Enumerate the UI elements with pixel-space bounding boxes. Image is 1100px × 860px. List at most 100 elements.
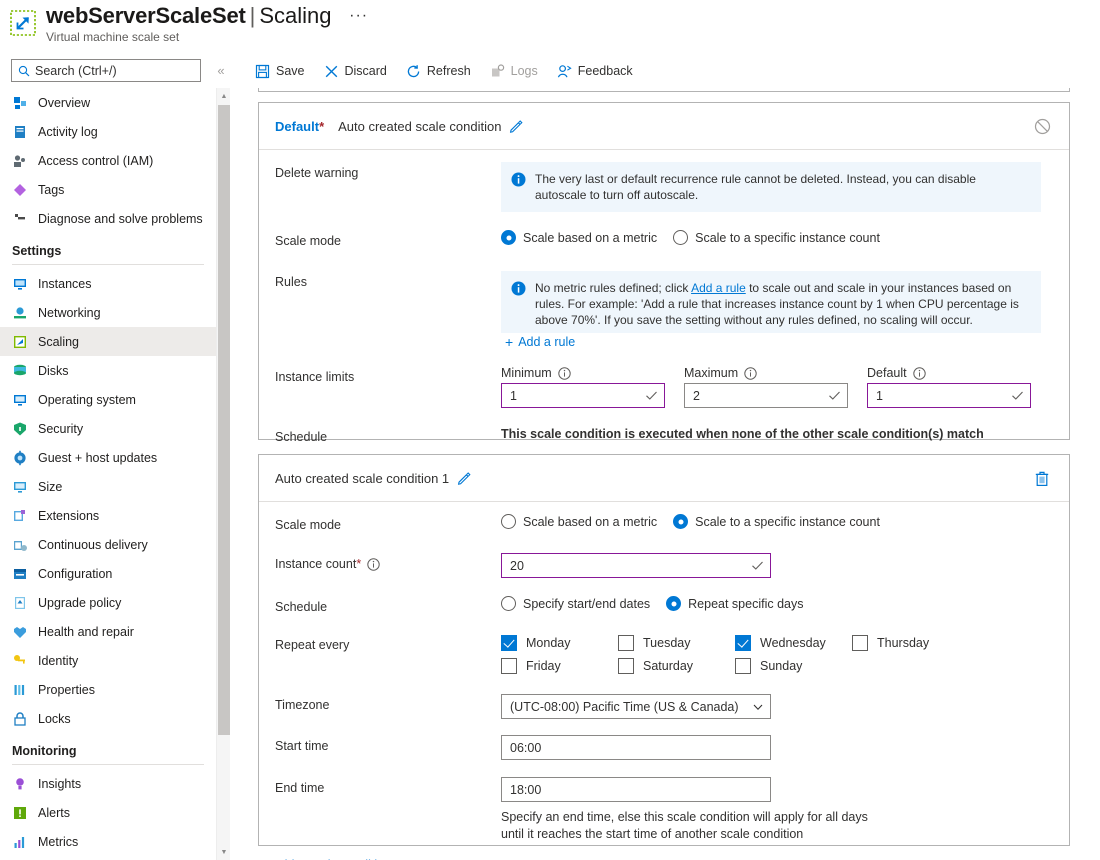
radio-indicator bbox=[666, 596, 682, 611]
day-checkbox-thursday[interactable]: Thursday bbox=[852, 635, 969, 651]
search-input[interactable] bbox=[35, 63, 194, 78]
limit-maximum: Maximum bbox=[684, 366, 848, 408]
day-checkbox-tuesday[interactable]: Tuesday bbox=[618, 635, 735, 651]
pencil-icon[interactable] bbox=[509, 119, 524, 133]
scrollbar-thumb[interactable] bbox=[218, 105, 230, 735]
logs-icon bbox=[491, 63, 504, 76]
disable-condition-button[interactable] bbox=[1031, 115, 1053, 137]
radio-indicator bbox=[501, 596, 516, 611]
sidebar-item-continuous-delivery[interactable]: Continuous delivery bbox=[0, 530, 216, 559]
day-label: Tuesday bbox=[643, 636, 691, 650]
add-a-rule-inline-link[interactable]: Add a rule bbox=[691, 281, 746, 295]
scroll-up-icon[interactable]: ▲ bbox=[217, 88, 231, 104]
pencil-icon[interactable] bbox=[457, 471, 471, 485]
end-time-value[interactable] bbox=[510, 782, 764, 797]
condition-1-schedule-option-0[interactable]: Specify start/end dates bbox=[501, 596, 650, 611]
default-scale-mode-row: Scale mode Scale based on a metric Scale … bbox=[275, 230, 1053, 249]
discard-button[interactable]: Discard bbox=[316, 57, 395, 85]
day-checkbox-friday[interactable]: Friday bbox=[501, 658, 618, 674]
limit-maximum-value[interactable] bbox=[693, 388, 824, 403]
day-label: Saturday bbox=[643, 659, 694, 673]
scroll-down-icon[interactable]: ▼ bbox=[217, 844, 231, 860]
sidebar-item-disks[interactable]: Disks bbox=[0, 356, 216, 385]
start-time-label: Start time bbox=[275, 739, 329, 753]
info-tooltip-icon[interactable] bbox=[558, 366, 571, 380]
limit-default-input[interactable] bbox=[867, 383, 1031, 408]
sidebar-item-identity[interactable]: Identity bbox=[0, 646, 216, 675]
sidebar-item-label: Continuous delivery bbox=[38, 537, 148, 552]
sidebar-scrollbar[interactable]: ▲ ▼ bbox=[216, 88, 230, 860]
rules-infobox: No metric rules defined; click Add a rul… bbox=[501, 271, 1041, 333]
info-tooltip-icon[interactable] bbox=[367, 557, 380, 571]
day-checkbox-saturday[interactable]: Saturday bbox=[618, 658, 735, 674]
add-a-rule-button[interactable]: + Add a rule bbox=[505, 335, 575, 349]
timezone-label: Timezone bbox=[275, 698, 330, 712]
feedback-button[interactable]: Feedback bbox=[549, 57, 641, 85]
sidebar-item-alerts[interactable]: Alerts bbox=[0, 798, 216, 827]
sidebar-item-locks[interactable]: Locks bbox=[0, 704, 216, 733]
instance-count-value[interactable] bbox=[510, 558, 747, 573]
sidebar-item-instances[interactable]: Instances bbox=[0, 269, 216, 298]
delete-condition-button[interactable] bbox=[1031, 467, 1053, 489]
limit-minimum-input[interactable] bbox=[501, 383, 665, 408]
default-scale-mode-option-0[interactable]: Scale based on a metric bbox=[501, 230, 657, 245]
sidebar-item-configuration[interactable]: Configuration bbox=[0, 559, 216, 588]
sidebar-item-label: Properties bbox=[38, 682, 95, 697]
start-time-row: Start time bbox=[275, 735, 1053, 760]
default-scale-mode-option-1[interactable]: Scale to a specific instance count bbox=[673, 230, 880, 245]
day-checkbox-sunday[interactable]: Sunday bbox=[735, 658, 852, 674]
sidebar-item-insights[interactable]: Insights bbox=[0, 769, 216, 798]
sidebar-item-health-and-repair[interactable]: Health and repair bbox=[0, 617, 216, 646]
info-tooltip-icon[interactable] bbox=[912, 366, 926, 380]
start-time-input[interactable] bbox=[501, 735, 771, 760]
timezone-select[interactable] bbox=[501, 694, 771, 719]
end-time-input[interactable] bbox=[501, 777, 771, 802]
logs-label: Logs bbox=[510, 64, 538, 78]
page-title: webServerScaleSet | Scaling ··· bbox=[46, 3, 368, 29]
limit-default-value[interactable] bbox=[876, 388, 1007, 403]
limit-minimum-label: Minimum bbox=[501, 366, 665, 380]
sidebar-item-diagnose-and-solve-problems[interactable]: Diagnose and solve problems bbox=[0, 204, 216, 233]
default-condition-name: Auto created scale condition bbox=[338, 118, 502, 134]
command-bar: Save Discard Refresh Logs Feedback bbox=[247, 56, 1100, 86]
identity-icon bbox=[14, 654, 25, 664]
day-checkbox-monday[interactable]: Monday bbox=[501, 635, 618, 651]
more-menu-ellipsis[interactable]: ··· bbox=[349, 7, 368, 24]
sidebar-item-label: Size bbox=[38, 479, 63, 494]
disks-icon bbox=[12, 363, 28, 379]
timezone-value[interactable] bbox=[510, 699, 748, 714]
condition-1-scale-mode-option-1[interactable]: Scale to a specific instance count bbox=[673, 514, 880, 529]
sidebar-item-scaling[interactable]: Scaling bbox=[0, 327, 216, 356]
sidebar-item-activity-log[interactable]: Activity log bbox=[0, 117, 216, 146]
sidebar-item-security[interactable]: Security bbox=[0, 414, 216, 443]
sidebar-item-tags[interactable]: Tags bbox=[0, 175, 216, 204]
sidebar-item-extensions[interactable]: Extensions bbox=[0, 501, 216, 530]
limit-maximum-input[interactable] bbox=[684, 383, 848, 408]
sidebar-item-networking[interactable]: Networking bbox=[0, 298, 216, 327]
instance-count-input[interactable] bbox=[501, 553, 771, 578]
save-button[interactable]: Save bbox=[247, 57, 313, 85]
sidebar-item-label: Networking bbox=[38, 305, 101, 320]
info-tooltip-icon[interactable] bbox=[744, 366, 757, 380]
collapse-sidebar-button[interactable]: « bbox=[210, 59, 232, 81]
sidebar-item-metrics[interactable]: Metrics bbox=[0, 827, 216, 856]
sidebar-item-operating-system[interactable]: Operating system bbox=[0, 385, 216, 414]
condition-1-header: Auto created scale condition 1 bbox=[259, 455, 1069, 502]
sidebar-item-size[interactable]: Size bbox=[0, 472, 216, 501]
condition-1-schedule-option-1[interactable]: Repeat specific days bbox=[666, 596, 804, 611]
overview-icon bbox=[14, 96, 26, 109]
sidebar-item-properties[interactable]: Properties bbox=[0, 675, 216, 704]
sidebar-item-label: Security bbox=[38, 421, 84, 436]
sidebar-item-upgrade-policy[interactable]: Upgrade policy bbox=[0, 588, 216, 617]
limit-minimum-value[interactable] bbox=[510, 388, 641, 403]
start-time-value[interactable] bbox=[510, 740, 764, 755]
sidebar-item-overview[interactable]: Overview bbox=[0, 88, 216, 117]
default-scale-mode-label: Scale mode bbox=[275, 234, 342, 248]
sidebar-search[interactable] bbox=[11, 59, 201, 82]
condition-1-scale-mode-option-0[interactable]: Scale based on a metric bbox=[501, 514, 657, 529]
networking-icon bbox=[14, 306, 26, 318]
refresh-button[interactable]: Refresh bbox=[398, 57, 479, 85]
day-checkbox-wednesday[interactable]: Wednesday bbox=[735, 635, 852, 651]
sidebar-item-access-control-iam[interactable]: Access control (IAM) bbox=[0, 146, 216, 175]
sidebar-item-guest-host-updates[interactable]: Guest + host updates bbox=[0, 443, 216, 472]
